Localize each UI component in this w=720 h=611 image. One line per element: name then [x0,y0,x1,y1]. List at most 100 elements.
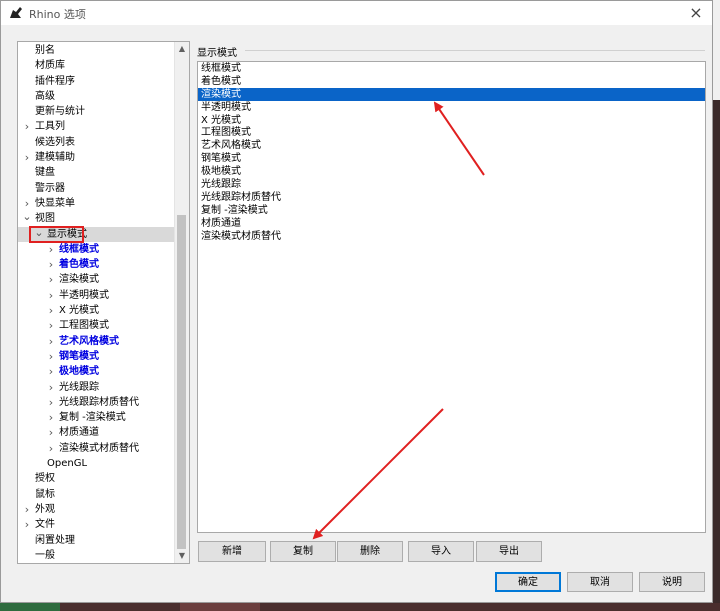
chevron-right-icon[interactable]: › [46,410,56,425]
tree-item[interactable]: 警示器 [18,181,176,196]
list-item[interactable]: 渲染模式材质替代 [198,230,705,243]
export-button[interactable]: 导出 [476,541,542,562]
background-app-bottom [0,603,720,611]
tree-item-label: OpenGL [47,458,88,470]
tree-item[interactable]: › 工具列 [18,119,176,134]
tree-item[interactable]: 键盘 [18,165,176,180]
tree-item[interactable]: › 线框模式 [18,242,176,257]
chevron-right-icon[interactable]: › [22,196,32,211]
list-item[interactable]: 光线跟踪 [198,178,705,191]
chevron-right-icon[interactable]: › [46,334,56,349]
display-mode-list[interactable]: 线框模式 着色模式 渲染模式 半透明模式 X 光模式 工程图模式 艺术风格模式 钢笔模式 极地模… [197,61,706,533]
list-item[interactable]: 光线跟踪材质替代 [198,191,705,204]
tree-item-label: 别名 [35,45,55,56]
tree-item[interactable]: › 艺术风格模式 [18,334,176,349]
background-app-strip [713,100,720,611]
tree-item-label: 工程图模式 [59,320,109,332]
tree-item[interactable]: 更新与统计 [18,104,176,119]
chevron-right-icon[interactable]: › [46,288,56,303]
scroll-up-arrow-icon[interactable]: ▲ [175,42,189,56]
tree-item[interactable]: › 复制 -渲染模式 [18,410,176,425]
tree-list: 别名 材质库 插件程序 高级 更新与统计 › 工具列 候选列表 › 建模辅助 键盘 警示器 › 快显菜单 ⌄… [18,43,176,563]
tree-item[interactable]: › 文件 [18,517,176,532]
tree-item-label: 显示模式 [47,228,87,240]
list-item[interactable]: 极地模式 [198,165,705,178]
tree-item[interactable]: 鼠标 [18,487,176,502]
chevron-right-icon[interactable]: › [46,257,56,272]
cancel-button[interactable]: 取消 [567,572,633,592]
list-item[interactable]: 艺术风格模式 [198,139,705,152]
tree-item[interactable]: 候选列表 [18,135,176,150]
tree-item-label: 光线跟踪材质替代 [59,396,139,408]
tree-item[interactable]: › 渲染模式 [18,272,176,287]
chevron-right-icon[interactable]: › [46,395,56,410]
tree-item[interactable]: 材质库 [18,58,176,73]
chevron-right-icon[interactable]: › [22,119,32,134]
tree-item[interactable]: 插件程序 [18,74,176,89]
chevron-right-icon[interactable]: › [46,364,56,379]
tree-item[interactable]: › 光线跟踪材质替代 [18,395,176,410]
close-button[interactable]: × [686,3,706,23]
tree-item[interactable]: ⌄ 视图 [18,211,176,226]
tree-item[interactable]: 别名 [18,43,176,58]
tree-item[interactable]: › 极地模式 [18,364,176,379]
tree-item[interactable]: › 渲染模式材质替代 [18,441,176,456]
tree-item-label: 警示器 [35,182,65,194]
chevron-right-icon[interactable]: › [22,502,32,517]
copy-button[interactable]: 复制 [270,541,336,562]
tree-item[interactable]: › 快显菜单 [18,196,176,211]
chevron-right-icon[interactable]: › [46,349,56,364]
chevron-right-icon[interactable]: › [46,380,56,395]
chevron-right-icon[interactable]: › [46,272,56,287]
chevron-right-icon[interactable]: › [46,441,56,456]
tree-item[interactable]: › 光线跟踪 [18,380,176,395]
delete-button[interactable]: 删除 [337,541,403,562]
list-item[interactable]: X 光模式 [198,114,705,127]
tree-item[interactable]: › 材质通道 [18,425,176,440]
tree-item[interactable]: OpenGL [18,456,176,471]
chevron-right-icon[interactable]: › [46,242,56,257]
list-item[interactable]: 材质通道 [198,217,705,230]
help-button[interactable]: 说明 [639,572,705,592]
ok-button[interactable]: 确定 [495,572,561,592]
tree-item-label: 快显菜单 [35,197,75,209]
list-item[interactable]: 工程图模式 [198,126,705,139]
tree-item-label: 鼠标 [35,488,55,500]
tree-item-label: 建模辅助 [35,152,75,164]
chevron-down-icon[interactable]: ⌄ [34,227,44,238]
tree-item[interactable]: 一般 [18,548,176,563]
tree-item-label: 钢笔模式 [59,350,99,362]
tree-item[interactable]: › 建模辅助 [18,150,176,165]
chevron-right-icon[interactable]: › [22,517,32,532]
tree-item[interactable]: › 半透明模式 [18,288,176,303]
chevron-down-icon[interactable]: ⌄ [22,211,32,222]
tree-item[interactable]: 闲置处理 [18,533,176,548]
list-item[interactable]: 渲染模式 [198,87,705,101]
list-item[interactable]: 线框模式 [198,62,705,75]
new-button[interactable]: 新增 [198,541,266,562]
chevron-right-icon[interactable]: › [22,150,32,165]
rhino-logo-icon [9,6,23,20]
tree-item[interactable]: 授权 [18,471,176,486]
list-item[interactable]: 复制 -渲染模式 [198,204,705,217]
tree-item[interactable]: › 着色模式 [18,257,176,272]
tree-item[interactable]: › 外观 [18,502,176,517]
tree-item-label: 高级 [35,90,55,102]
import-button[interactable]: 导入 [408,541,474,562]
tree-item[interactable]: › 工程图模式 [18,318,176,333]
tree-item[interactable]: 高级 [18,89,176,104]
chevron-right-icon[interactable]: › [46,425,56,440]
tree-item[interactable]: › 钢笔模式 [18,349,176,364]
chevron-right-icon[interactable]: › [46,318,56,333]
scroll-thumb[interactable] [177,215,186,549]
list-item[interactable]: 钢笔模式 [198,152,705,165]
tree-item-label: 材质通道 [59,427,99,439]
scroll-down-arrow-icon[interactable]: ▼ [175,549,189,563]
list-item[interactable]: 半透明模式 [198,101,705,114]
tree-item[interactable]: ⌄ 显示模式 [18,226,176,242]
list-item[interactable]: 着色模式 [198,75,705,88]
tree-scrollbar[interactable]: ▲ ▼ [174,42,189,563]
title-bar: Rhino 选项 × [1,1,712,25]
chevron-right-icon[interactable]: › [46,303,56,318]
tree-item[interactable]: › X 光模式 [18,303,176,318]
